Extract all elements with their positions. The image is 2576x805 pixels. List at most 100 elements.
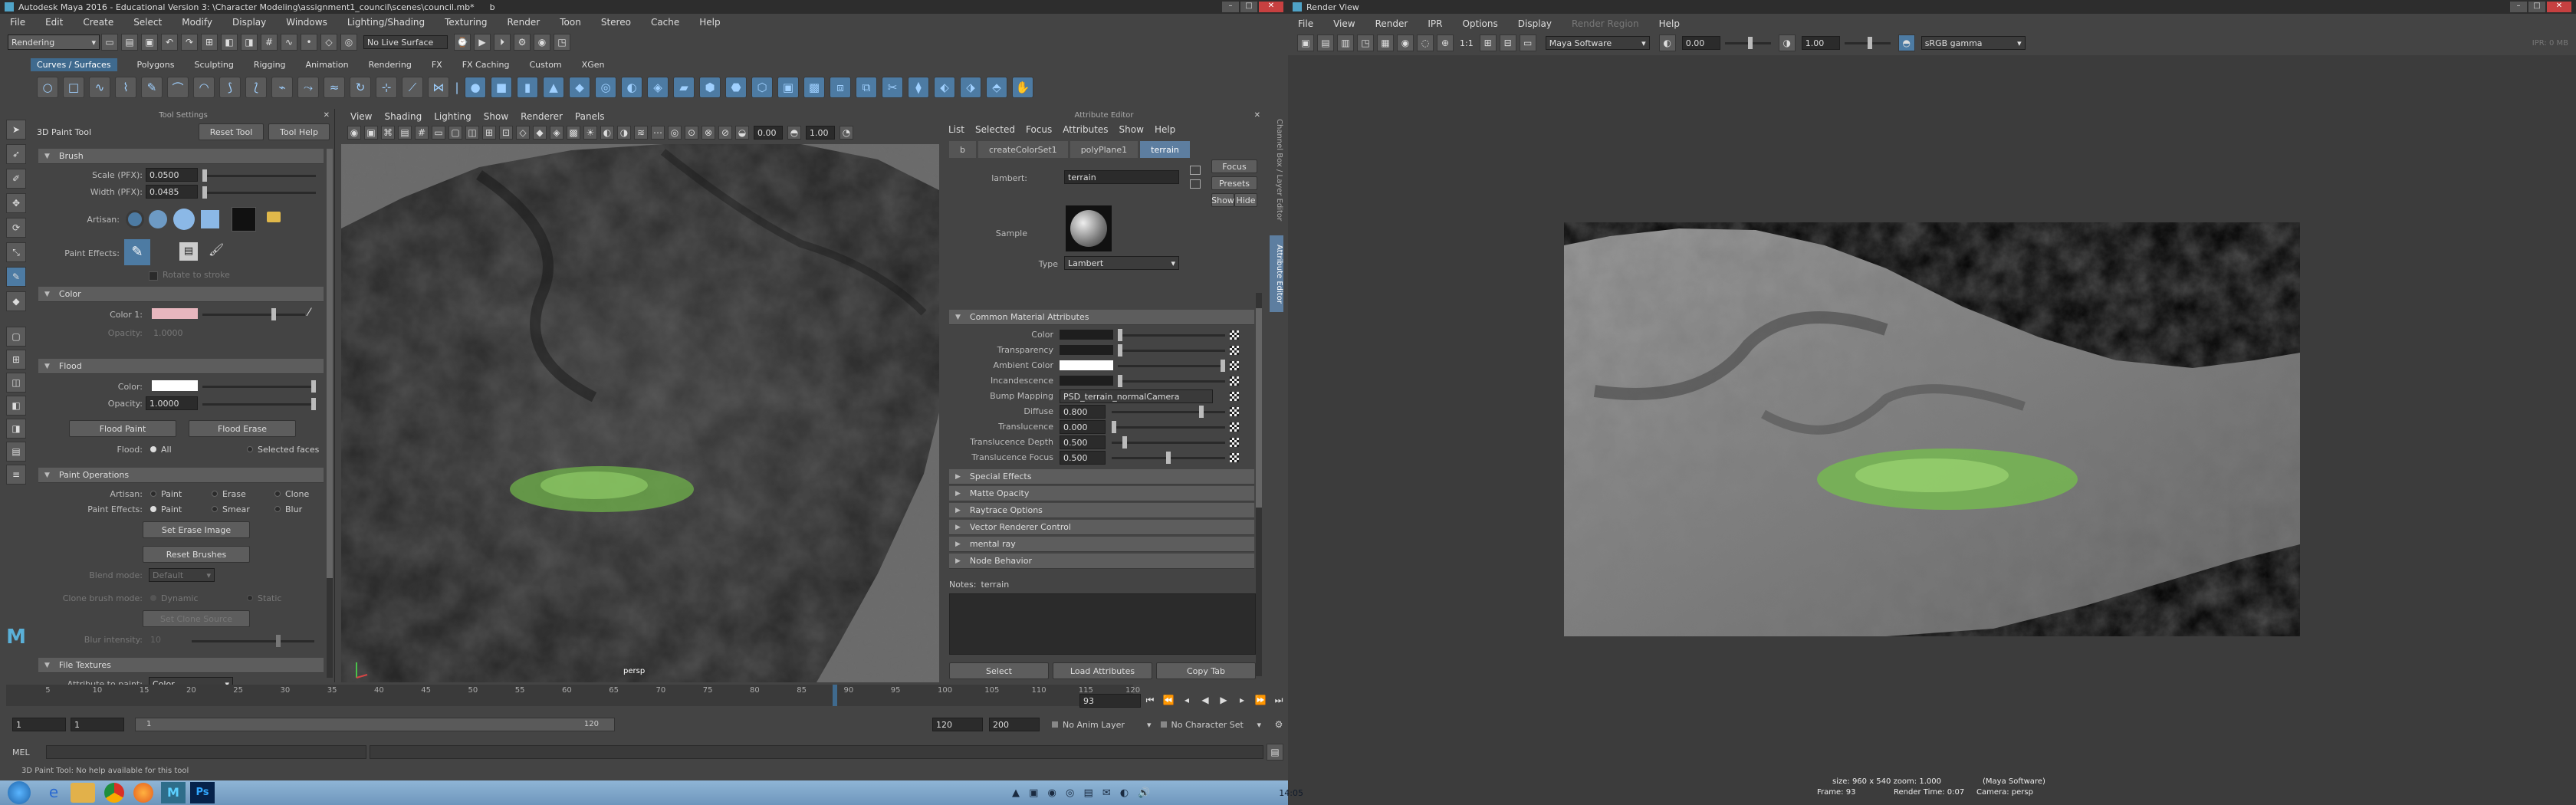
tray-icons[interactable]: ▲ ▣ ◉ ◎ ▤ ✉ ◐ 🔊	[1012, 787, 1154, 799]
anim-layer-select[interactable]: No Anim Layer	[1063, 720, 1147, 730]
ep-curve-icon[interactable]: ⌇	[115, 77, 136, 98]
safe-action-icon[interactable]: ⊡	[499, 126, 513, 140]
rv-menu-options[interactable]: Options	[1462, 18, 1497, 29]
section-matte-opacity[interactable]: Matte Opacity	[949, 486, 1254, 501]
vp-menu-lighting[interactable]: Lighting	[434, 111, 472, 122]
rv-exposure-slider[interactable]	[1724, 36, 1771, 49]
render-frame-icon[interactable]: ▶	[474, 34, 491, 51]
ops-artisan-erase-radio[interactable]	[212, 491, 218, 497]
scale-tool-icon[interactable]: ⤡	[6, 242, 26, 262]
vp-menu-panels[interactable]: Panels	[575, 111, 605, 122]
section-paint-operations[interactable]: Paint Operations	[38, 468, 324, 483]
input-connection-icon[interactable]	[1190, 166, 1201, 175]
rv-menu-ipr[interactable]: IPR	[1428, 18, 1442, 29]
undo-icon[interactable]: ↶	[161, 34, 178, 51]
taskbar-firefox-icon[interactable]	[133, 783, 153, 803]
flood-all-radio[interactable]	[150, 446, 156, 452]
paint-select-icon[interactable]: ✐	[6, 169, 26, 189]
nurbs-sphere-icon[interactable]: ●	[465, 77, 486, 98]
select-button[interactable]: Select	[949, 662, 1049, 679]
rv-redo-render-icon[interactable]: ▣	[1297, 34, 1314, 51]
taskbar-chrome-icon[interactable]	[104, 783, 124, 803]
folder-icon[interactable]	[267, 212, 281, 222]
shelf-tab-curves-surfaces[interactable]: Curves / Surfaces	[31, 58, 117, 71]
menu-stereo[interactable]: Stereo	[601, 17, 631, 28]
save-scene-icon[interactable]: ▣	[141, 34, 158, 51]
section-file-textures[interactable]: File Textures	[38, 658, 324, 673]
shelf-tab-polygons[interactable]: Polygons	[137, 60, 175, 70]
command-input[interactable]	[45, 745, 367, 759]
bezier-anchor-icon[interactable]: ⋈	[428, 77, 449, 98]
section-common-material[interactable]: Common Material Attributes	[949, 310, 1254, 325]
rv-keep-image-icon[interactable]: ⊞	[1479, 34, 1497, 51]
shelf-tab-custom[interactable]: Custom	[530, 60, 562, 70]
grid-icon[interactable]: #	[415, 126, 429, 140]
eyedropper-icon[interactable]: ⁄	[308, 307, 310, 319]
side-tab-channel-box[interactable]: Channel Box / Layer Editor	[1270, 117, 1283, 224]
taskbar-explorer-icon[interactable]	[71, 783, 95, 803]
vp-menu-view[interactable]: View	[350, 111, 372, 122]
pfx-paint-icon[interactable]: 🖌	[209, 242, 224, 261]
snap-curve-icon[interactable]: ∿	[281, 34, 297, 51]
map-button-icon[interactable]	[1230, 392, 1239, 401]
single-pane-icon[interactable]: ▢	[6, 327, 26, 347]
boundary-icon[interactable]: ▣	[777, 77, 799, 98]
current-frame-marker[interactable]	[833, 685, 837, 706]
flood-color-swatch[interactable]	[152, 380, 198, 391]
tool-help-button[interactable]: Tool Help	[268, 123, 330, 140]
rv-color-manage-icon[interactable]: ◓	[1898, 34, 1915, 51]
taskbar-photoshop-icon[interactable]: Ps	[190, 782, 215, 803]
hypershade-icon[interactable]: ◉	[534, 34, 550, 51]
menu-texturing[interactable]: Texturing	[445, 17, 487, 28]
range-start2-input[interactable]: 1	[71, 718, 124, 731]
nurbs-cube-icon[interactable]: ■	[491, 77, 512, 98]
rv-close-icon[interactable]: ✕	[2547, 2, 2571, 12]
ae-tab-polyplane1[interactable]: polyPlane1	[1070, 141, 1138, 158]
paint-tool-icon[interactable]: ✎	[6, 267, 26, 287]
windows-start-icon[interactable]	[8, 781, 31, 804]
planar-icon[interactable]: ▰	[673, 77, 695, 98]
field-chart-icon[interactable]: ⊞	[482, 126, 496, 140]
step-back-key-icon[interactable]: ◂	[1179, 692, 1194, 708]
set-erase-image-button[interactable]: Set Erase Image	[143, 521, 250, 538]
rv-gamma-slider[interactable]	[1844, 36, 1891, 49]
trim-tool-icon[interactable]: ✂	[882, 77, 903, 98]
map-button-icon[interactable]	[1230, 346, 1239, 355]
last-tool-icon[interactable]: ◆	[6, 291, 26, 311]
ambient-occlusion-icon[interactable]: ◑	[617, 126, 631, 140]
scale-slider[interactable]	[202, 169, 316, 182]
rebuild-curve-icon[interactable]: ↻	[350, 77, 371, 98]
play-forward-icon[interactable]: ▶	[1216, 692, 1231, 708]
attr-color-swatch[interactable]	[1060, 330, 1113, 340]
lambert-name-input[interactable]: terrain	[1064, 170, 1179, 184]
rv-renderer-select[interactable]: Maya Software ▾	[1545, 36, 1650, 50]
persp-outliner-icon[interactable]: ◧	[6, 396, 26, 416]
lights-icon[interactable]: ☀	[583, 126, 597, 140]
rotate-to-stroke-checkbox[interactable]	[149, 271, 158, 281]
exposure-input[interactable]: 0.00	[754, 126, 783, 140]
attr-color-swatch[interactable]	[1060, 360, 1113, 370]
bump-mapping-field[interactable]: PSD_terrain_normalCamera	[1060, 389, 1213, 403]
image-plane-icon[interactable]: ▤	[398, 126, 412, 140]
brush-solid-icon[interactable]	[173, 209, 195, 230]
menu-create[interactable]: Create	[83, 17, 113, 28]
rv-menu-display[interactable]: Display	[1518, 18, 1552, 29]
tool-settings-scrollbar[interactable]	[327, 149, 333, 678]
section-color[interactable]: Color	[38, 287, 324, 302]
nurbs-torus-icon[interactable]: ◎	[595, 77, 616, 98]
ipr-render-icon[interactable]: ⏵	[494, 34, 511, 51]
notes-textarea[interactable]	[949, 593, 1256, 655]
play-back-icon[interactable]: ◀	[1198, 692, 1213, 708]
open-scene-icon[interactable]: ▤	[121, 34, 138, 51]
map-button-icon[interactable]	[1230, 330, 1239, 340]
blend-mode-select[interactable]: Default ▾	[149, 568, 215, 582]
minimize-icon[interactable]: –	[1222, 2, 1239, 12]
side-by-side-icon[interactable]: ◫	[6, 373, 26, 393]
flood-opacity-input[interactable]: 1.0000	[146, 396, 198, 410]
pfx-settings-icon[interactable]: ▤	[179, 242, 198, 261]
step-forward-icon[interactable]: ⏩	[1253, 692, 1268, 708]
birail-icon[interactable]: ⬣	[725, 77, 747, 98]
untrim-icon[interactable]: ⧫	[908, 77, 929, 98]
width-input[interactable]: 0.0485	[146, 185, 198, 199]
time-slider[interactable]: 5 10 15 20 25 30 35 40 45 50 55 60 65 70 75 80 85 90 95 100…	[6, 685, 1140, 706]
